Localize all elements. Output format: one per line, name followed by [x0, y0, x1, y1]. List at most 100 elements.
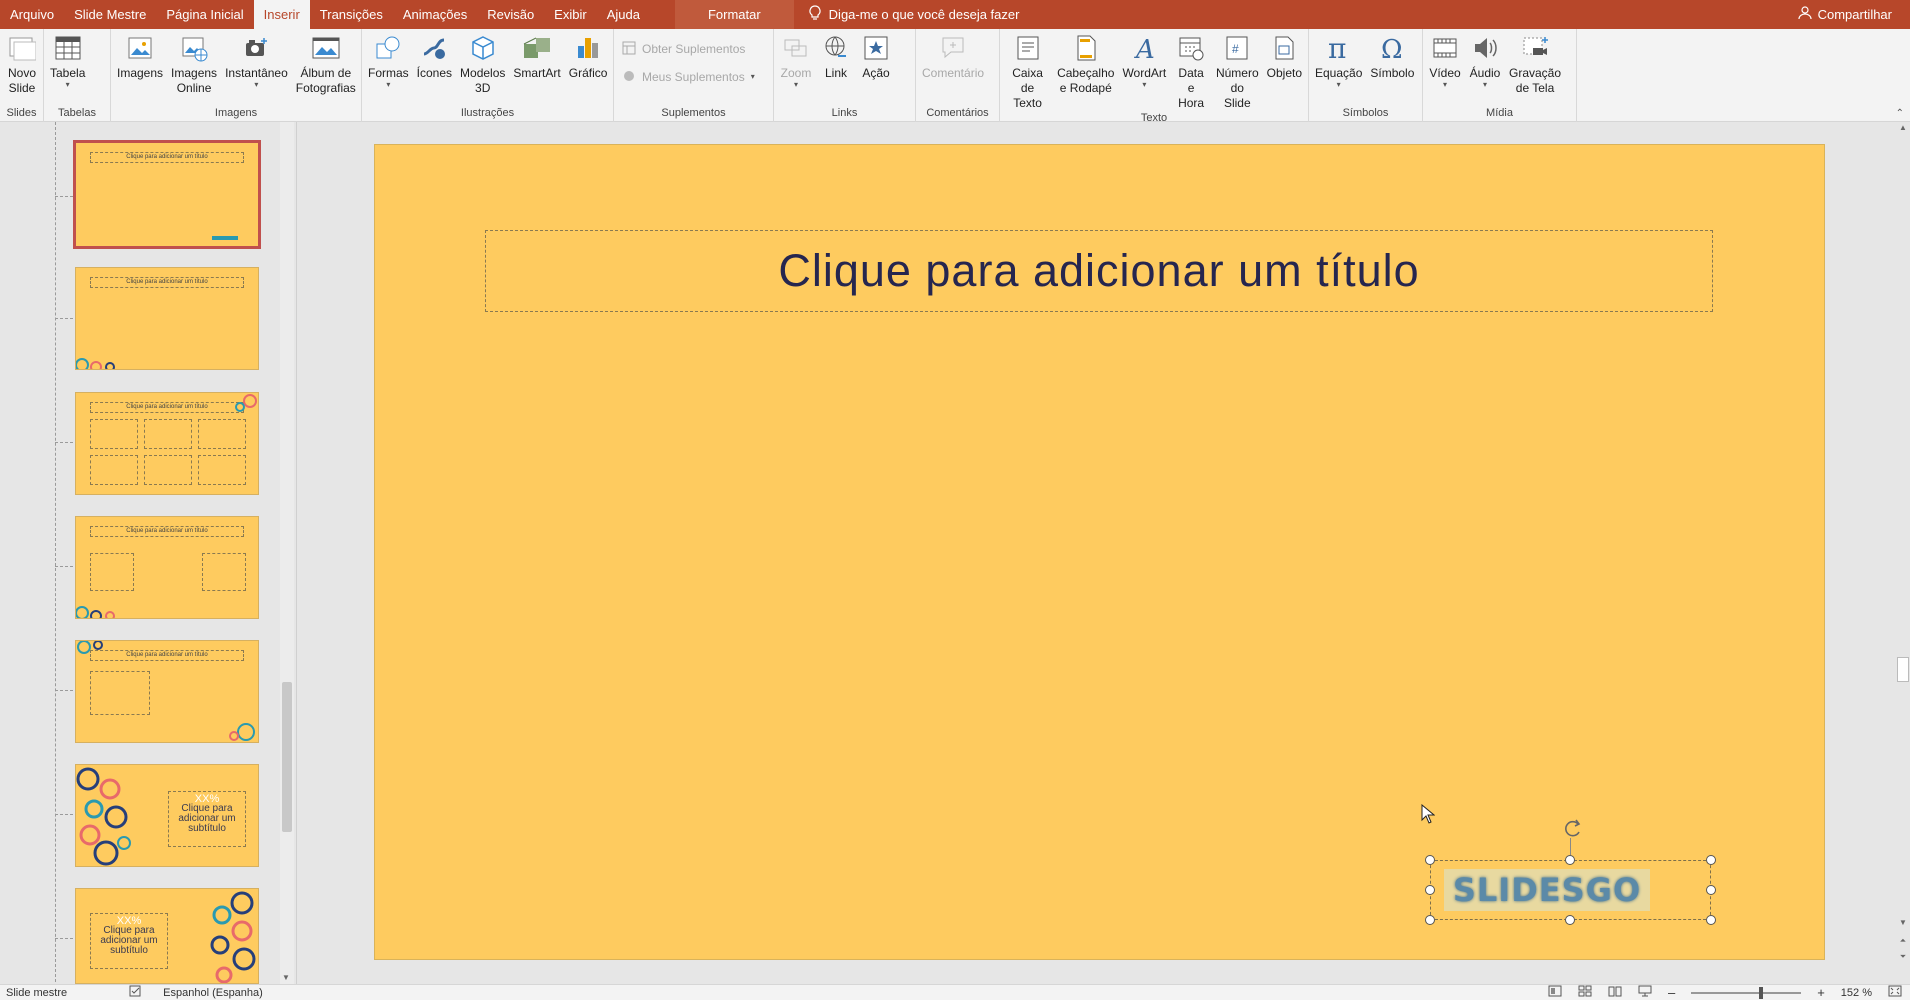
slide-thumbnail[interactable]: Clique para adicionar um título	[73, 140, 261, 249]
resize-handle[interactable]	[1706, 885, 1716, 895]
slide-thumbnail[interactable]: Clique para adicionar um título	[75, 392, 259, 495]
resize-handle[interactable]	[1706, 855, 1716, 865]
collapse-ribbon-icon[interactable]: ⌃	[1896, 108, 1904, 119]
thumbnail-scroll-thumb[interactable]	[282, 682, 292, 832]
online-images-button[interactable]: Imagens Online	[167, 32, 221, 96]
equation-button[interactable]: π Equação ▾	[1311, 32, 1366, 89]
slide-scrollbar[interactable]: ▲ ▼ ⏶ ⏷	[1896, 122, 1910, 984]
group-midia: Vídeo ▾ Áudio ▾ Gravação de Tela Mídia	[1423, 29, 1577, 122]
tell-me-search[interactable]: Diga-me o que você deseja fazer	[809, 5, 1019, 24]
chevron-down-icon: ▾	[1336, 80, 1341, 89]
tab-exibir[interactable]: Exibir	[544, 0, 597, 29]
rotate-handle-icon[interactable]	[1562, 817, 1584, 839]
thumbnail-scrollbar[interactable]: ▼	[280, 122, 294, 984]
thumb-scroll-down-icon[interactable]: ▼	[282, 973, 290, 982]
get-addins-button[interactable]: Obter Suplementos	[616, 35, 751, 63]
normal-view-icon[interactable]	[1548, 985, 1562, 1000]
object-button[interactable]: Objeto	[1263, 32, 1306, 81]
resize-handle[interactable]	[1425, 915, 1435, 925]
view-controls: – + 152 %	[1548, 985, 1910, 1000]
spellcheck-icon[interactable]	[123, 985, 149, 1000]
thumb-grid-placeholder	[90, 455, 138, 485]
smartart-button[interactable]: SmartArt	[509, 32, 564, 81]
title-placeholder-text: Clique para adicionar um título	[778, 245, 1420, 296]
shapes-button[interactable]: Formas ▾	[364, 32, 413, 89]
zoom-button[interactable]: Zoom ▾	[776, 32, 816, 89]
slide-thumbnail[interactable]: Clique para adicionar um título	[75, 640, 259, 743]
calendar-icon	[1175, 32, 1207, 64]
slidesgo-logo[interactable]: SLIDESGO	[1444, 869, 1650, 911]
audio-button[interactable]: Áudio ▾	[1465, 32, 1505, 89]
images-button[interactable]: Imagens	[113, 32, 167, 81]
layout-connector	[55, 442, 73, 443]
scroll-up-icon[interactable]: ▲	[1896, 122, 1910, 134]
svg-text:Ω: Ω	[1381, 35, 1403, 62]
tab-formatar[interactable]: Formatar	[674, 0, 794, 29]
prev-slide-icon[interactable]: ⏶	[1896, 936, 1910, 946]
slide-thumbnail[interactable]: XX% Clique para adicionar um subtítulo	[75, 888, 259, 984]
zoom-out-icon[interactable]: –	[1668, 985, 1675, 1000]
tab-animacoes[interactable]: Animações	[393, 0, 477, 29]
thumb-subtitle: Clique para adicionar um subtítulo	[100, 925, 158, 956]
table-button[interactable]: Tabela ▾	[46, 32, 89, 89]
action-button[interactable]: Ação	[856, 32, 896, 81]
thumb-circles-decoration	[210, 891, 256, 983]
title-placeholder[interactable]: Clique para adicionar um título	[485, 230, 1713, 312]
chevron-down-icon: ▾	[254, 80, 259, 89]
screen-recording-button[interactable]: Gravação de Tela	[1505, 32, 1565, 96]
header-footer-button[interactable]: Cabeçalho e Rodapé	[1053, 32, 1118, 96]
resize-handle[interactable]	[1565, 915, 1575, 925]
slide-sorter-icon[interactable]	[1578, 985, 1592, 1000]
photo-album-button[interactable]: Álbum de Fotografias	[292, 32, 360, 96]
resize-handle[interactable]	[1565, 855, 1575, 865]
layout-connector	[55, 196, 73, 197]
tab-arquivo[interactable]: Arquivo	[0, 0, 64, 29]
3d-models-button[interactable]: Modelos 3D	[456, 32, 509, 96]
date-time-button[interactable]: Data e Hora	[1170, 32, 1212, 111]
chevron-down-icon: ▾	[1142, 80, 1147, 89]
zoom-slider[interactable]	[1691, 986, 1802, 999]
text-box-button[interactable]: Caixa de Texto	[1002, 32, 1053, 111]
ribbon-tab-bar: Arquivo Slide Mestre Página Inicial Inse…	[0, 0, 1910, 29]
slideshow-icon[interactable]	[1638, 985, 1652, 1000]
resize-handle[interactable]	[1706, 915, 1716, 925]
link-button[interactable]: Link	[816, 32, 856, 81]
slide-thumbnail[interactable]: Clique para adicionar um título	[75, 516, 259, 619]
thumb-circles-decoration	[76, 767, 131, 866]
tab-inserir[interactable]: Inserir	[253, 0, 310, 29]
tab-transicoes[interactable]: Transições	[310, 0, 393, 29]
video-button[interactable]: Vídeo ▾	[1425, 32, 1465, 89]
next-slide-icon[interactable]: ⏷	[1896, 952, 1910, 962]
smartart-icon	[521, 32, 553, 64]
tab-slide-mestre[interactable]: Slide Mestre	[64, 0, 156, 29]
thumb-circles-decoration	[77, 641, 103, 654]
scroll-down-icon[interactable]: ▼	[1896, 918, 1910, 927]
screen-recording-icon	[1519, 32, 1551, 64]
svg-text:#: #	[1232, 42, 1239, 56]
zoom-in-icon[interactable]: +	[1817, 985, 1825, 1000]
new-slide-button[interactable]: Novo Slide	[2, 32, 42, 96]
tab-ajuda[interactable]: Ajuda	[597, 0, 650, 29]
share-button[interactable]: Compartilhar	[1797, 6, 1892, 23]
screenshot-button[interactable]: Instantâneo ▾	[221, 32, 292, 89]
tab-revisao[interactable]: Revisão	[477, 0, 544, 29]
comment-button[interactable]: Comentário	[918, 32, 988, 81]
zoom-slider-thumb[interactable]	[1759, 986, 1764, 999]
group-suplementos: Obter Suplementos Meus Suplementos ▾ Sup…	[614, 29, 774, 122]
slide-number-button[interactable]: # Número do Slide	[1212, 32, 1263, 111]
zoom-level[interactable]: 152 %	[1841, 987, 1872, 999]
slide-scroll-thumb[interactable]	[1897, 657, 1909, 682]
slide-thumbnail[interactable]: Clique para adicionar um título	[75, 267, 259, 370]
reading-view-icon[interactable]	[1608, 985, 1622, 1000]
fit-slide-icon[interactable]	[1888, 985, 1902, 1000]
symbol-button[interactable]: Ω Símbolo	[1366, 32, 1418, 81]
icons-button[interactable]: Ícones	[413, 32, 456, 81]
slide-thumbnail[interactable]: XX% Clique para adicionar um subtítulo	[75, 764, 259, 867]
wordart-button[interactable]: A WordArt ▾	[1118, 32, 1170, 89]
my-addins-button[interactable]: Meus Suplementos ▾	[616, 63, 761, 91]
chart-button[interactable]: Gráfico	[565, 32, 612, 81]
resize-handle[interactable]	[1425, 885, 1435, 895]
language-indicator[interactable]: Espanhol (Espanha)	[157, 987, 269, 999]
resize-handle[interactable]	[1425, 855, 1435, 865]
tab-pagina-inicial[interactable]: Página Inicial	[156, 0, 253, 29]
